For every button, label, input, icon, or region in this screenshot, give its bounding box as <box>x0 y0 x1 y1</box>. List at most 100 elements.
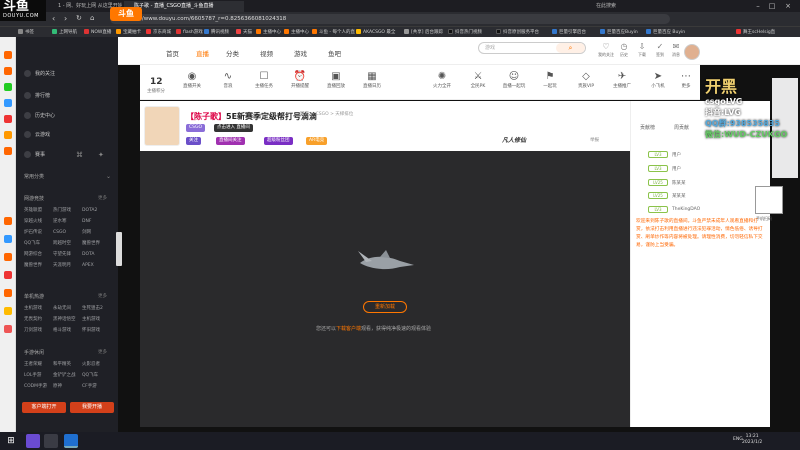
rank-name[interactable]: 陈某某 <box>672 180 686 186</box>
close-icon[interactable]: × <box>782 0 794 12</box>
category-link[interactable]: 无畏契约 <box>24 314 53 325</box>
category-link[interactable]: 天涯明月 <box>53 260 82 271</box>
toolbar-item[interactable]: ▣ 直播回放 <box>320 71 352 89</box>
app-icon[interactable] <box>4 83 12 91</box>
toolbar-item[interactable]: ∿ 音浪 <box>212 71 244 89</box>
taskbar-app[interactable] <box>26 434 40 448</box>
checkin-icon[interactable]: ✓ 签到 <box>652 42 668 57</box>
rank-name[interactable]: 某某某 <box>672 193 686 199</box>
streamer-avatar[interactable] <box>144 106 180 146</box>
nav-home[interactable]: 首页 <box>166 48 179 58</box>
category-link[interactable]: 刀剑游戏 <box>24 325 53 336</box>
nav-video[interactable]: 视频 <box>260 48 273 58</box>
category-link[interactable]: 王者荣耀 <box>24 359 53 370</box>
toolbar-item[interactable]: ☺ 直播一起玩 <box>498 71 530 89</box>
category-link[interactable]: 主机游戏 <box>24 303 53 314</box>
taskbar-browser[interactable] <box>64 434 78 448</box>
category-tag[interactable]: CSGO <box>186 124 206 132</box>
toolbar-item[interactable]: ⏰ 开播提醒 <box>284 71 316 89</box>
category-link[interactable]: 剑网 <box>82 227 111 238</box>
browser-search-tab[interactable]: 在此搜索 <box>586 1 656 12</box>
category-link[interactable]: 网游综合 <box>24 249 53 260</box>
gift-icon[interactable]: ✦ <box>98 151 104 159</box>
sidebar-item-cloudgame[interactable]: 云游戏 <box>24 131 50 138</box>
category-link[interactable]: DOTA2 <box>82 205 111 216</box>
app-icon[interactable] <box>4 289 12 297</box>
toolbar-item[interactable]: ✈ 主播推广 <box>606 71 638 89</box>
refresh-icon[interactable]: ↻ <box>76 14 82 22</box>
category-link[interactable]: 主机游戏 <box>82 314 111 325</box>
toolbar-item-more[interactable]: ⋯ 更多 <box>670 71 702 89</box>
message-icon[interactable]: ✉ 消息 <box>668 42 684 57</box>
category-link[interactable]: CSGO <box>53 227 82 238</box>
category-link[interactable]: 怀旧游戏 <box>82 325 111 336</box>
nav-category[interactable]: 分类 <box>226 48 239 58</box>
category-link[interactable]: 炉石传说 <box>24 227 53 238</box>
minimize-icon[interactable]: – <box>752 0 764 12</box>
download-client-link[interactable]: 下载客户端 <box>336 326 361 332</box>
home-icon[interactable]: ⌂ <box>90 14 94 22</box>
nav-live[interactable]: 直播 <box>196 48 209 58</box>
search-icon[interactable]: ⌕ <box>556 43 585 53</box>
category-link[interactable]: QQ飞车 <box>82 370 111 381</box>
app-icon[interactable] <box>4 115 12 123</box>
follow-icon[interactable]: ♡ 我的关注 <box>598 42 614 57</box>
fans-tag[interactable]: 直播间关注 <box>216 137 245 145</box>
chevron-down-icon[interactable]: ⌄ <box>106 173 111 180</box>
more-link[interactable]: 更多 <box>98 349 107 355</box>
report-link[interactable]: 举报 <box>590 137 599 143</box>
app-icon[interactable] <box>4 131 12 139</box>
more-link[interactable]: 更多 <box>98 195 107 201</box>
forward-icon[interactable]: › <box>64 14 67 23</box>
windows-start-icon[interactable]: ⊞ <box>4 434 18 448</box>
follow-tag[interactable]: 关注 <box>186 137 201 145</box>
app-icon[interactable] <box>4 99 12 107</box>
category-link[interactable]: DNF <box>82 216 111 227</box>
gamepad-icon[interactable]: ⌘ <box>76 151 83 159</box>
category-link[interactable]: APEX <box>82 260 111 271</box>
category-link[interactable]: 魔兽世界 <box>24 260 53 271</box>
sidebar-item-history[interactable]: 历史中心 <box>24 112 55 119</box>
category-link[interactable]: 火影忍者 <box>82 359 111 370</box>
toolbar-item[interactable]: ⚔ 全民PK <box>462 71 494 89</box>
superfans-tag[interactable]: 超级粉丝团 <box>264 137 293 145</box>
sidebar-collapse-handle[interactable] <box>116 232 122 266</box>
app-icon[interactable] <box>4 271 12 279</box>
category-link[interactable]: 逆水寒 <box>53 216 82 227</box>
rank-name[interactable]: 用户 <box>672 166 681 172</box>
toolbar-item[interactable]: ▦ 直播日历 <box>356 71 388 89</box>
toolbar-item[interactable]: ◇ 贵族VIP <box>570 71 602 89</box>
history-icon[interactable]: ◷ 历史 <box>616 42 632 57</box>
toolbar-item[interactable]: ☐ 主播任务 <box>248 71 280 89</box>
breadcrumb[interactable]: 网游 > CSGO > 天梯排位 <box>300 111 353 117</box>
sidebar-item-esports[interactable]: 赛事 <box>24 151 45 158</box>
category-link[interactable]: CODM手游 <box>24 381 53 392</box>
reload-button[interactable]: 重新加载 <box>363 301 407 313</box>
video-player[interactable] <box>140 151 630 427</box>
category-link[interactable]: 原神 <box>53 381 82 392</box>
category-link[interactable]: 金铲铲之战 <box>53 370 82 381</box>
tab-contribution[interactable]: 贡献榜 <box>640 124 655 131</box>
nav-yuba[interactable]: 鱼吧 <box>328 48 341 58</box>
category-link[interactable]: DOTA <box>82 249 111 260</box>
avatar[interactable] <box>684 44 700 60</box>
category-link[interactable]: CF手游 <box>82 381 111 392</box>
sidebar-item-follow[interactable]: 我的关注 <box>24 70 55 77</box>
toolbar-item[interactable]: ✺ 火力全开 <box>426 71 458 89</box>
tab-weekly[interactable]: 周贡献 <box>674 124 689 131</box>
category-link[interactable]: QQ飞车 <box>24 238 53 249</box>
taskbar-app[interactable] <box>44 434 58 448</box>
category-link[interactable]: 和平精英 <box>53 359 82 370</box>
category-link[interactable]: 魔兽世界 <box>82 238 111 249</box>
category-link[interactable]: 格斗游戏 <box>53 325 82 336</box>
rank-name[interactable]: TheKingDAO <box>672 207 700 212</box>
douyu-logo[interactable]: 斗鱼 <box>110 7 142 21</box>
category-link[interactable]: 黑神话悟空 <box>53 314 82 325</box>
category-link[interactable]: 热门游戏 <box>53 205 82 216</box>
category-link[interactable]: LOL手游 <box>24 370 53 381</box>
category-link[interactable]: 生死狙击2 <box>82 303 111 314</box>
go-live-button[interactable]: 我要开播 <box>70 402 114 413</box>
maximize-icon[interactable]: □ <box>766 0 778 12</box>
app-icon[interactable] <box>4 235 12 243</box>
app-icon[interactable] <box>4 67 12 75</box>
